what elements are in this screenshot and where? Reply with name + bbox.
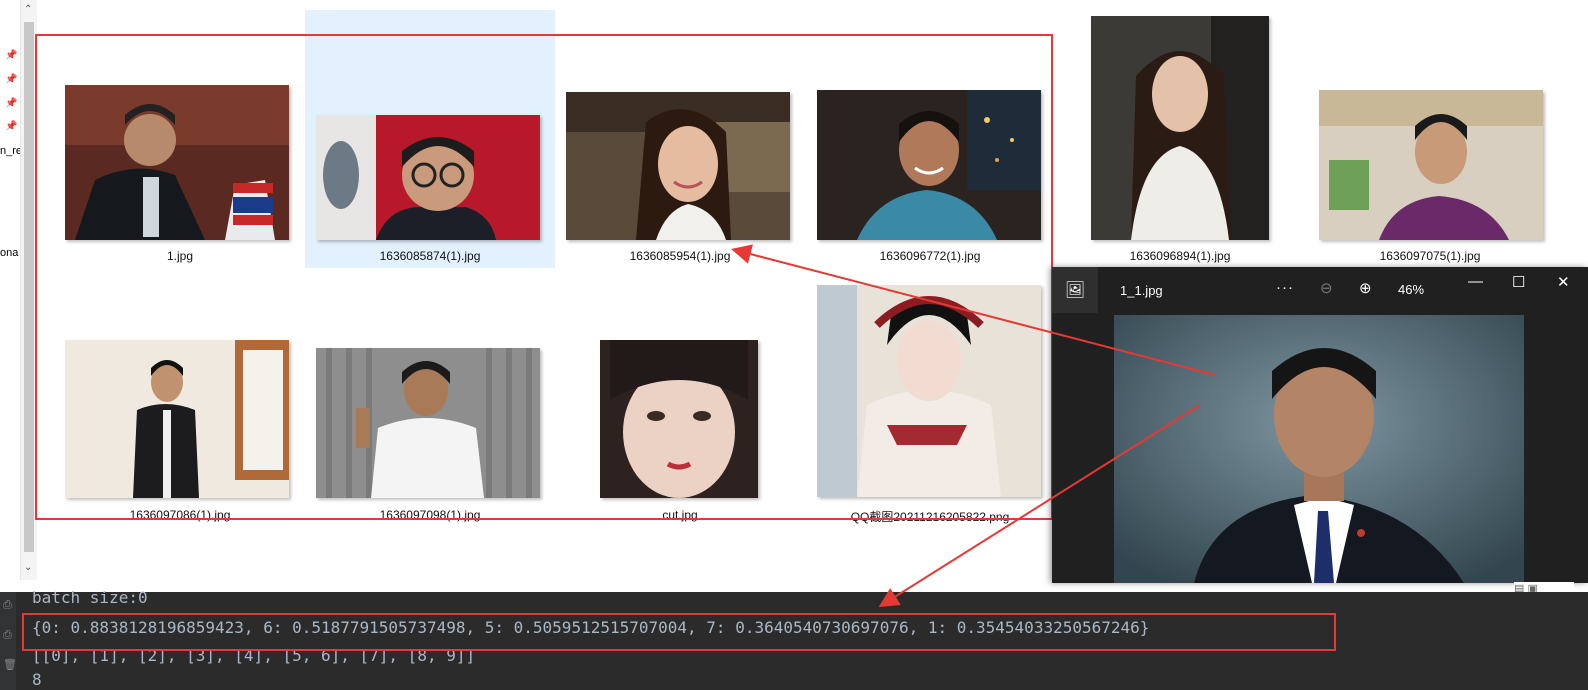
print-icon[interactable]: ⎙: [3, 628, 12, 642]
scroll-up-icon[interactable]: ⌃: [24, 4, 32, 15]
photo-thumbnail: [316, 348, 540, 498]
console-output: ⎙ ⎙ 🗑 batch size:0 {0: 0.883812819685942…: [0, 588, 1588, 690]
scroll-down-icon[interactable]: ⌄: [24, 562, 32, 573]
console-line: batch size:0: [32, 588, 148, 607]
zoom-in-icon[interactable]: ⊕: [1359, 279, 1372, 297]
file-tile[interactable]: 1636085874(1).jpg: [305, 10, 555, 268]
file-tile[interactable]: 1636085954(1).jpg: [555, 12, 805, 267]
console-line: [[0], [1], [2], [3], [4], [5, 6], [7], […: [32, 646, 476, 665]
file-name: 1636097086(1).jpg: [129, 508, 231, 522]
photo-thumbnail: [1091, 16, 1269, 240]
scrollbar-thumb[interactable]: [24, 22, 34, 552]
photo-thumbnail: [65, 340, 289, 498]
photo-thumbnail: [817, 90, 1041, 240]
photos-app-icon: 🖼: [1052, 267, 1098, 313]
print-icon[interactable]: ⎙: [3, 598, 12, 612]
file-tile[interactable]: cut.jpg: [555, 275, 805, 525]
vertical-scrollbar[interactable]: ⌃ ⌄: [20, 0, 37, 580]
photo-thumbnail: [566, 92, 790, 240]
console-gutter: ⎙ ⎙ 🗑: [0, 592, 17, 690]
navigation-pane: 📌 📌 📌 📌 n_re ona: [0, 0, 22, 580]
file-name: 1636097075(1).jpg: [1379, 249, 1481, 263]
file-name: cut.jpg: [662, 508, 698, 522]
file-name: 1636097098(1).jpg: [379, 508, 481, 522]
pin-icon: 📌: [5, 74, 18, 85]
console-line-similarity-scores: {0: 0.8838128196859423, 6: 0.51877915057…: [32, 618, 1150, 637]
photo-thumbnail: [600, 340, 758, 498]
file-tile[interactable]: 1636096894(1).jpg: [1055, 12, 1305, 267]
file-tile[interactable]: 1636097098(1).jpg: [305, 275, 555, 525]
zoom-out-icon[interactable]: ⊖: [1320, 279, 1333, 297]
delete-icon[interactable]: 🗑: [3, 658, 17, 671]
pin-icon: 📌: [5, 121, 18, 132]
console-line: 8: [32, 670, 42, 689]
viewer-image: [1114, 315, 1524, 583]
zoom-level: 46%: [1398, 282, 1425, 297]
file-name: 1636085954(1).jpg: [629, 249, 731, 263]
photo-thumbnail: [316, 115, 540, 240]
file-name: 1636096894(1).jpg: [1129, 249, 1231, 263]
viewer-title: 1_1.jpg: [1120, 283, 1163, 298]
viewer-titlebar[interactable]: 🖼 1_1.jpg ··· ⊖ ⊕ 46% — ☐ ✕: [1052, 267, 1588, 313]
file-tile[interactable]: 1.jpg: [55, 12, 305, 267]
file-name: QQ截图20211216205822.png: [850, 510, 1010, 524]
file-tile[interactable]: 1636096772(1).jpg: [805, 12, 1055, 267]
file-name: 1636096772(1).jpg: [879, 249, 981, 263]
file-tile[interactable]: QQ截图20211216205822.png: [805, 275, 1055, 525]
photo-thumbnail: [817, 285, 1041, 497]
file-tile[interactable]: 1636097075(1).jpg: [1305, 12, 1555, 267]
nav-item-fragment[interactable]: n_re: [0, 145, 22, 157]
maximize-icon[interactable]: ☐: [1512, 273, 1525, 291]
more-options-button[interactable]: ···: [1276, 279, 1294, 296]
photo-thumbnail: [1319, 90, 1543, 240]
close-icon[interactable]: ✕: [1557, 273, 1570, 291]
nav-item-fragment[interactable]: ona: [0, 247, 18, 259]
pin-icon: 📌: [5, 98, 18, 109]
photo-viewer-window[interactable]: 🖼 1_1.jpg ··· ⊖ ⊕ 46% — ☐ ✕: [1052, 267, 1588, 583]
pin-icon: 📌: [5, 50, 18, 61]
file-tile[interactable]: 1636097086(1).jpg: [55, 275, 305, 525]
file-name: 1.jpg: [166, 249, 194, 263]
file-name: 1636085874(1).jpg: [379, 249, 481, 263]
photo-thumbnail: [65, 85, 289, 240]
minimize-icon[interactable]: —: [1468, 273, 1483, 290]
